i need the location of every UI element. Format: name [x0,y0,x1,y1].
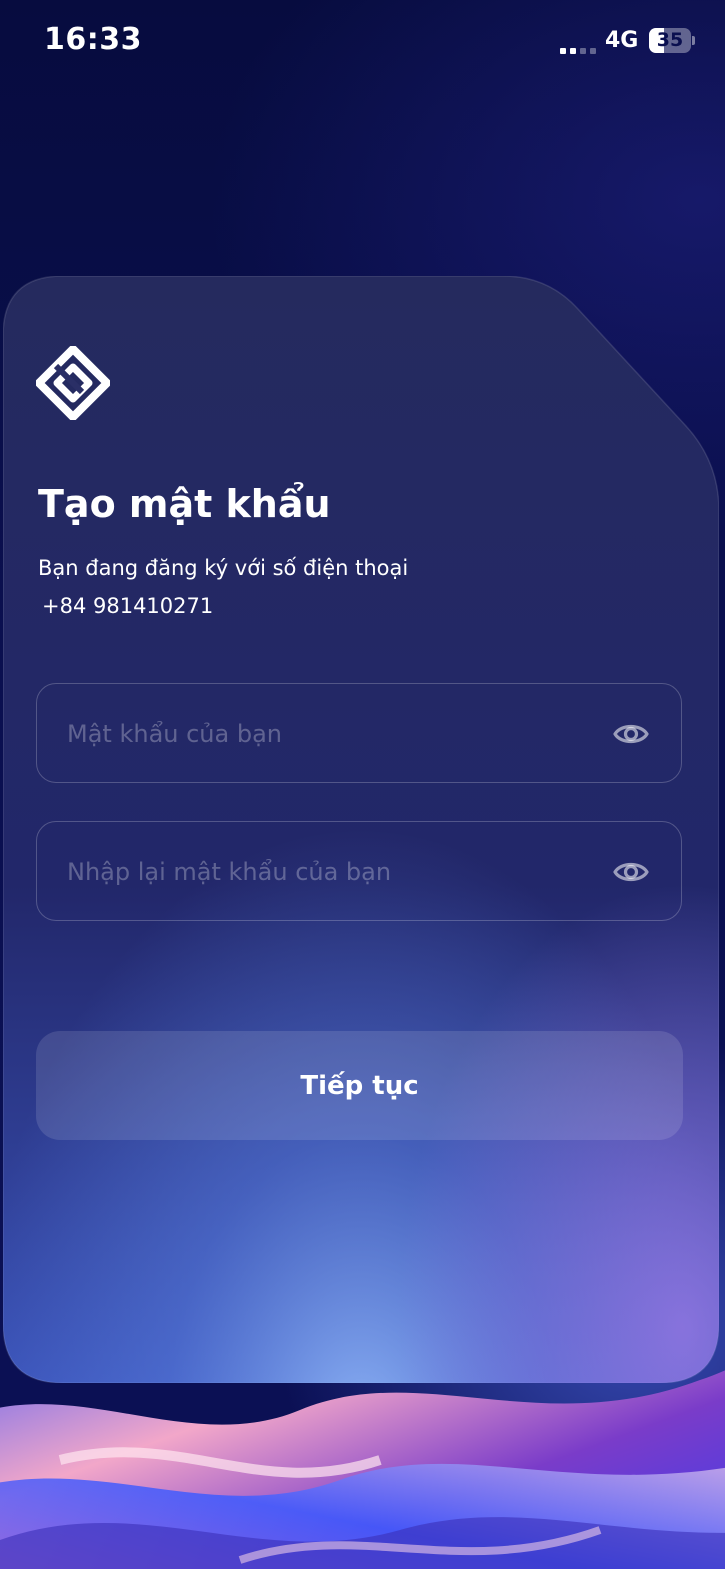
status-bar: 16:33 4G 35 [0,0,725,84]
registration-info-text: Bạn đang đăng ký với số điện thoại [38,556,409,580]
battery-icon: 35 [649,28,695,53]
create-password-screen: 16:33 4G 35 Tạo mật khẩu Bạn đang đăng k… [0,0,725,1569]
status-time: 16:33 [44,22,142,57]
password-input[interactable] [65,684,609,784]
eye-icon[interactable] [613,856,649,888]
phone-number: +84 981410271 [42,594,214,618]
network-type: 4G [605,28,639,53]
confirm-password-field [36,821,682,922]
page-title: Tạo mật khẩu [38,482,331,526]
diamond-logo-icon [36,346,110,420]
confirm-password-input[interactable] [65,822,609,922]
eye-icon[interactable] [613,718,649,750]
continue-button[interactable]: Tiếp tục [36,1031,683,1140]
password-field [36,683,682,784]
signal-strength-icon [560,30,598,54]
battery-level: 35 [656,29,684,51]
